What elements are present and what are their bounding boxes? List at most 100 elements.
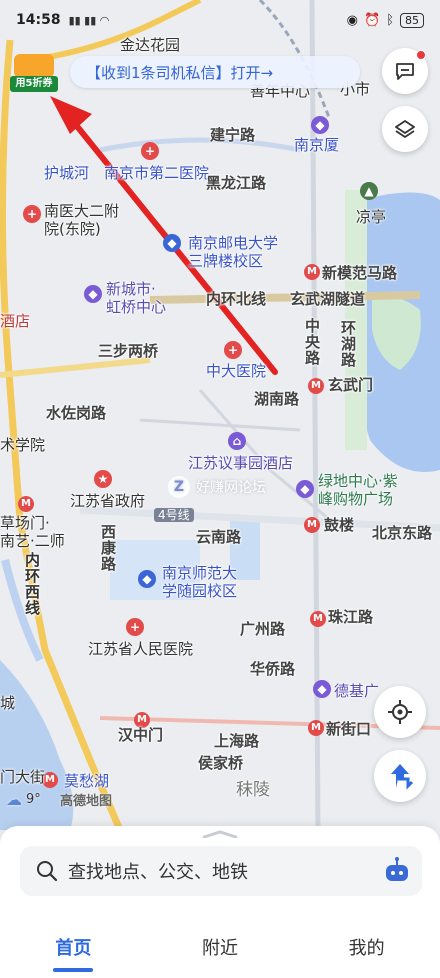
map-label: 南医大二附: [44, 202, 120, 220]
weather-widget[interactable]: ☁ 9°: [6, 790, 41, 809]
locate-me-button[interactable]: [374, 686, 426, 738]
tab-nearby[interactable]: 附近: [147, 924, 294, 974]
hospital-icon[interactable]: +: [141, 142, 159, 160]
road-label: 侯家桥: [198, 754, 244, 772]
map-label: 术学院: [0, 436, 46, 454]
map-label: 新城市·: [106, 280, 156, 298]
road-label: 汉中门: [118, 726, 164, 744]
map-label: 中大医院: [206, 362, 267, 380]
map-label: 南京师范大: [162, 564, 238, 582]
road-label: 湖南路: [254, 390, 300, 408]
promo-coupon-badge[interactable]: 用5折券: [8, 50, 60, 94]
layers-icon: [395, 120, 415, 138]
map-label: 峰购物广场: [318, 490, 394, 508]
landmark-icon[interactable]: ▲: [360, 182, 378, 200]
sheet-handle-icon[interactable]: [200, 830, 240, 838]
road-label: 内环北线: [206, 290, 267, 308]
metro-line-badge: 4号线: [154, 508, 194, 522]
tab-home[interactable]: 首页: [0, 924, 147, 974]
metro-station-icon[interactable]: M: [310, 611, 326, 627]
map-label: 城: [0, 694, 16, 712]
west-road: [0, 357, 151, 378]
road-label: 内环西线: [23, 552, 41, 616]
road-label: 华侨路: [250, 660, 296, 678]
tab-mine[interactable]: 我的: [293, 924, 440, 974]
road-label: 玄武湖隧道: [290, 290, 366, 308]
metro-station-icon[interactable]: M: [308, 720, 324, 736]
shopping-icon[interactable]: ◆: [313, 680, 331, 698]
school-icon[interactable]: ◆: [138, 570, 156, 588]
government-icon[interactable]: ★: [94, 470, 112, 488]
road-label: 云南路: [196, 528, 242, 546]
map-label: 南京市第二医院: [104, 164, 210, 182]
map-label: 江苏议事园酒店: [188, 454, 294, 472]
map-layers-button[interactable]: [382, 106, 428, 152]
map-label: 南京邮电大学: [188, 234, 279, 252]
shopping-icon[interactable]: ◆: [296, 480, 314, 498]
message-button[interactable]: [382, 48, 428, 94]
road-label: 中央路: [303, 318, 321, 366]
inner-ring-north: [149, 291, 421, 304]
canal: [99, 137, 301, 153]
shopping-icon[interactable]: ◆: [311, 116, 329, 134]
road-label: 广州路: [240, 620, 286, 638]
metro-station-icon[interactable]: M: [304, 517, 320, 533]
search-icon: [37, 861, 58, 882]
map-label: 院(东院): [44, 220, 101, 238]
status-time: 14:58: [16, 12, 61, 28]
road-label: 珠江路: [328, 608, 374, 626]
shopping-icon[interactable]: ◆: [84, 285, 102, 303]
road-label: 建宁路: [210, 126, 256, 144]
route-navigation-button[interactable]: [374, 750, 426, 802]
assistant-robot-icon[interactable]: [382, 856, 412, 886]
metro-station-icon[interactable]: M: [308, 378, 324, 394]
cloud-icon: ☁: [6, 790, 22, 809]
map-label: 虹桥中心: [106, 298, 167, 316]
road-label: 鼓楼: [324, 516, 355, 534]
location-icon: ◉: [346, 12, 358, 28]
message-icon: [396, 63, 414, 80]
unread-dot: [416, 50, 426, 60]
hospital-icon[interactable]: +: [23, 205, 41, 223]
map-label: 护城河: [44, 164, 90, 182]
bottom-sheet: 查找地点、公交、地铁 首页 附近 我的: [0, 826, 440, 978]
map-label: 南艺·二师: [0, 532, 65, 550]
weather-temp: 9°: [26, 792, 41, 807]
map-label: 秣陵: [236, 780, 270, 800]
map-label: 酒店: [0, 312, 31, 330]
road-label: 新街口: [326, 720, 372, 738]
hotel-icon[interactable]: ⌂: [228, 432, 246, 450]
road-label: 玄武门: [328, 376, 374, 394]
bluetooth-icon: ᛒ: [386, 12, 394, 28]
map-label: 绿地中心·紫: [318, 472, 398, 490]
battery-icon: 85: [400, 12, 424, 28]
forum-logo-icon: Z: [168, 476, 190, 498]
forum-watermark: Z 好赚网论坛: [168, 476, 266, 498]
route-arrow-icon: [391, 764, 414, 790]
road-label: 新模范马路: [322, 264, 398, 282]
notice-text: 【收到1条司机私信】打开→: [86, 63, 274, 82]
map-label: 江苏省政府: [70, 492, 146, 510]
search-placeholder: 查找地点、公交、地铁: [68, 862, 248, 883]
metro-station-icon[interactable]: M: [18, 496, 34, 512]
crosshair-icon: [388, 700, 412, 724]
road-label: 北京东路: [372, 524, 433, 542]
signal-icon: ▮▮ ▮▮ ◠: [68, 13, 110, 27]
map-label: 莫愁湖: [64, 772, 110, 790]
road-label: 三步两桥: [98, 342, 159, 360]
status-bar: 14:58 ▮▮ ▮▮ ◠ ◉ ⏰ ᛒ 85: [0, 0, 440, 40]
road-label: 西康路: [99, 524, 117, 572]
driver-message-notice[interactable]: 【收到1条司机私信】打开→: [70, 56, 360, 88]
map-label: 三牌楼校区: [188, 252, 264, 270]
school-icon[interactable]: ◆: [163, 234, 181, 252]
road-label: 上海路: [214, 732, 260, 750]
status-right-icons: ◉ ⏰ ᛒ 85: [346, 12, 424, 28]
minor-road-2: [139, 418, 301, 432]
hospital-icon[interactable]: +: [126, 618, 144, 636]
forum-watermark-text: 好赚网论坛: [196, 480, 266, 496]
map-label: 草场门·: [0, 514, 50, 532]
metro-station-icon[interactable]: M: [304, 264, 320, 280]
map-label: 凉亭: [356, 208, 387, 226]
hospital-icon[interactable]: +: [224, 341, 242, 359]
search-bar[interactable]: 查找地点、公交、地铁: [20, 846, 422, 896]
